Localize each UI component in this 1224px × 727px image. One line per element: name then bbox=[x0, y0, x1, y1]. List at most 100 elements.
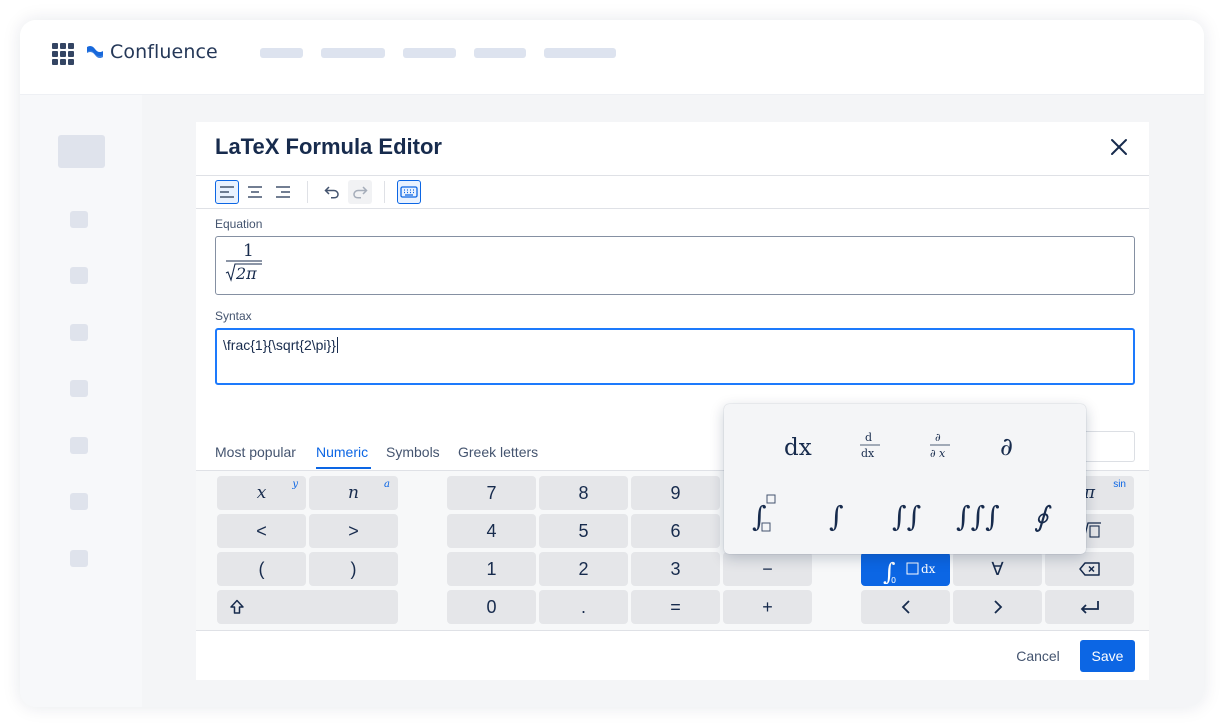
align-center-icon bbox=[248, 186, 262, 198]
shift-arrow-icon bbox=[230, 599, 244, 614]
key-plus[interactable]: + bbox=[723, 590, 812, 624]
key-x[interactable]: x y bbox=[217, 476, 306, 510]
key-right-paren[interactable]: ) bbox=[309, 552, 398, 586]
svg-text:∫: ∫ bbox=[752, 500, 767, 533]
key-shift[interactable] bbox=[217, 590, 398, 624]
key-digit[interactable]: 7 bbox=[447, 476, 536, 510]
key-digit[interactable]: 8 bbox=[539, 476, 628, 510]
backspace-icon bbox=[1078, 562, 1100, 576]
key-digit[interactable]: 1 bbox=[447, 552, 536, 586]
confluence-logo[interactable]: Confluence bbox=[85, 41, 218, 63]
popup-d-dx[interactable]: d dx bbox=[838, 422, 902, 470]
latex-editor-dialog: LaTeX Formula Editor Equation 1 2π Synta… bbox=[196, 122, 1149, 680]
key-definite-integral[interactable]: ∫ 0 dx bbox=[861, 552, 950, 586]
sidebar-placeholder[interactable] bbox=[70, 211, 88, 228]
tab-most-popular[interactable]: Most popular bbox=[215, 444, 296, 460]
integral-variants-popup: dx d dx ∂ ∂ x ∂ ∫ ∫ ∫∫ ∫∫∫ ∮ bbox=[724, 404, 1086, 554]
equation-formula: 1 2π bbox=[225, 241, 262, 283]
syntax-label: Syntax bbox=[215, 309, 252, 323]
integral-differential: dx bbox=[921, 562, 936, 576]
popup-d-numerator: d bbox=[865, 431, 872, 444]
key-greater-than[interactable]: > bbox=[309, 514, 398, 548]
svg-text:∫∫∫: ∫∫∫ bbox=[956, 500, 1000, 533]
syntax-input[interactable]: \frac{1}{\sqrt{2\pi}} bbox=[215, 328, 1135, 385]
key-forall[interactable]: ∀ bbox=[953, 552, 1042, 586]
nav-placeholder[interactable] bbox=[474, 48, 526, 58]
cancel-button[interactable]: Cancel bbox=[1008, 640, 1068, 672]
undo-button[interactable] bbox=[320, 180, 344, 204]
sidebar-placeholder[interactable] bbox=[70, 324, 88, 341]
key-digit[interactable]: 3 bbox=[631, 552, 720, 586]
redo-button[interactable] bbox=[348, 180, 372, 204]
nav-placeholder[interactable] bbox=[544, 48, 616, 58]
align-center-button[interactable] bbox=[243, 180, 267, 204]
align-left-button[interactable] bbox=[215, 180, 239, 204]
key-superscript: a bbox=[384, 479, 390, 490]
keyboard-icon bbox=[400, 186, 418, 198]
key-superscript: y bbox=[292, 479, 298, 490]
key-digit[interactable]: 0 bbox=[447, 590, 536, 624]
popup-dx[interactable]: dx bbox=[768, 422, 832, 470]
key-digit[interactable]: 4 bbox=[447, 514, 536, 548]
tab-symbols[interactable]: Symbols bbox=[386, 444, 440, 460]
key-equals[interactable]: = bbox=[631, 590, 720, 624]
apps-grid-icon[interactable] bbox=[52, 43, 74, 65]
equation-numerator: 1 bbox=[243, 241, 254, 261]
key-n[interactable]: n a bbox=[309, 476, 398, 510]
key-less-than[interactable]: < bbox=[217, 514, 306, 548]
key-digit[interactable]: 5 bbox=[539, 514, 628, 548]
key-digit[interactable]: 2 bbox=[539, 552, 628, 586]
close-icon[interactable] bbox=[1109, 137, 1129, 157]
key-left-paren[interactable]: ( bbox=[217, 552, 306, 586]
key-decimal-point[interactable]: . bbox=[539, 590, 628, 624]
text-caret bbox=[336, 337, 338, 353]
tab-greek-letters[interactable]: Greek letters bbox=[458, 444, 538, 460]
save-button[interactable]: Save bbox=[1080, 640, 1135, 672]
definite-integral-icon[interactable]: ∫ bbox=[736, 490, 800, 538]
return-icon bbox=[1080, 601, 1099, 614]
tab-numeric[interactable]: Numeric bbox=[316, 444, 368, 460]
popup-partial[interactable]: ∂ bbox=[978, 422, 1042, 470]
popup-partial-dx[interactable]: ∂ ∂ x bbox=[908, 422, 972, 470]
align-right-icon bbox=[276, 186, 290, 198]
undo-icon bbox=[324, 186, 339, 199]
keyboard-button[interactable] bbox=[397, 180, 421, 204]
contour-integral-icon[interactable]: ∮ bbox=[1012, 490, 1076, 538]
key-return[interactable] bbox=[1045, 590, 1134, 624]
sidebar-placeholder[interactable] bbox=[58, 135, 105, 168]
sidebar-placeholder[interactable] bbox=[70, 380, 88, 397]
nav-placeholder[interactable] bbox=[260, 48, 303, 58]
sidebar-placeholder[interactable] bbox=[70, 550, 88, 567]
key-minus[interactable]: − bbox=[723, 552, 812, 586]
sidebar bbox=[20, 95, 142, 707]
key-digit[interactable]: 6 bbox=[631, 514, 720, 548]
divider bbox=[196, 208, 1149, 209]
nav-placeholder[interactable] bbox=[403, 48, 456, 58]
align-right-button[interactable] bbox=[271, 180, 295, 204]
svg-text:∮: ∮ bbox=[1034, 500, 1052, 533]
key-backspace[interactable] bbox=[1045, 552, 1134, 586]
svg-text:∫: ∫ bbox=[829, 500, 844, 533]
dialog-title: LaTeX Formula Editor bbox=[215, 134, 442, 159]
arrow-left-icon bbox=[901, 600, 910, 614]
key-label: x bbox=[256, 483, 267, 503]
key-digit[interactable]: 9 bbox=[631, 476, 720, 510]
popup-partial-denominator-d: ∂ bbox=[930, 447, 936, 460]
double-integral-icon[interactable]: ∫∫ bbox=[872, 490, 936, 538]
sidebar-placeholder[interactable] bbox=[70, 493, 88, 510]
syntax-value: \frac{1}{\sqrt{2\pi}} bbox=[223, 337, 336, 353]
active-tab-indicator bbox=[316, 467, 371, 469]
key-arrow-left[interactable] bbox=[861, 590, 950, 624]
svg-text:∫∫: ∫∫ bbox=[892, 500, 921, 533]
popup-dx-denominator: dx bbox=[861, 447, 875, 460]
app-name: Confluence bbox=[110, 41, 218, 63]
key-arrow-right[interactable] bbox=[953, 590, 1042, 624]
confluence-logo-icon bbox=[87, 45, 103, 59]
sidebar-placeholder[interactable] bbox=[70, 267, 88, 284]
triple-integral-icon[interactable]: ∫∫∫ bbox=[942, 490, 1006, 538]
nav-placeholder[interactable] bbox=[321, 48, 385, 58]
sidebar-placeholder[interactable] bbox=[70, 437, 88, 454]
arrow-right-icon bbox=[993, 600, 1002, 614]
app-window: Confluence LaTeX Formula Editor Equation… bbox=[20, 20, 1204, 707]
integral-icon[interactable]: ∫ bbox=[804, 490, 868, 538]
